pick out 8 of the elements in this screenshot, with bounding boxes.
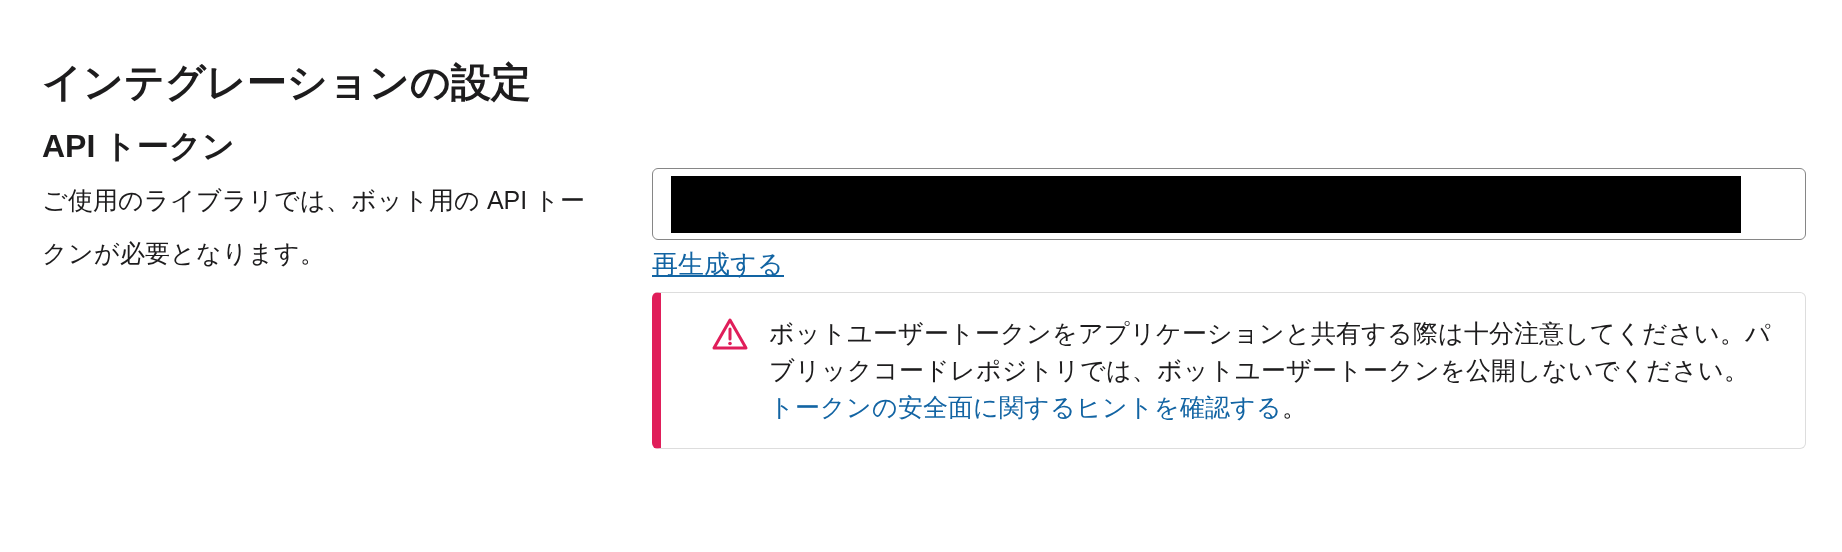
section-description: ご使用のライブラリでは、ボット用の API トークンが必要となります。 [42,185,587,269]
warning-icon [711,317,749,351]
regenerate-link[interactable]: 再生成する [652,244,784,284]
page-title: インテグレーションの設定 [42,59,531,106]
token-field[interactable] [652,168,1806,240]
warning-message: ボットユーザートークンをアプリケーションと共有する際は十分注意してください。パブリックコードレポジトリでは、ボットユーザートークンを公開しないでください。 トークンの安全面に関するヒントを確認する。 [769,318,1772,423]
section-heading: API トークン [42,127,236,166]
token-safety-link[interactable]: トークンの安全面に関するヒントを確認する [769,393,1282,421]
